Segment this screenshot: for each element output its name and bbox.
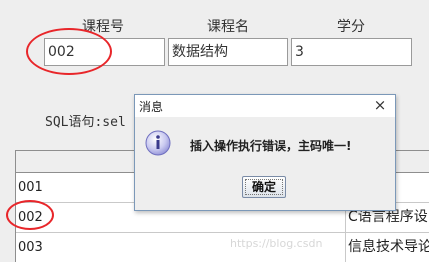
dialog-titlebar[interactable]: 消息 × <box>135 95 395 117</box>
close-icon[interactable]: × <box>371 96 389 114</box>
table-row[interactable]: 003 信息技术导论 <box>16 233 429 262</box>
annotation-circle-row <box>6 200 54 230</box>
dialog-message: 插入操作执行错误，主码唯一! <box>190 139 352 153</box>
dialog-title: 消息 <box>139 100 164 114</box>
credit-input[interactable]: 3 <box>291 38 412 66</box>
course-name-label: 课程名 <box>207 19 249 35</box>
message-dialog: 消息 × 插入操作执行错误，主码唯一! 确定 <box>134 94 396 211</box>
credit-label: 学分 <box>337 19 365 35</box>
annotation-circle-input <box>26 28 112 75</box>
ok-button-focus-ring <box>245 179 283 195</box>
info-icon <box>145 130 171 156</box>
watermark: https://blog.csdn <box>230 237 323 250</box>
table-cell-course-name: 信息技术导论 <box>345 233 429 262</box>
sql-label: SQL语句:sel <box>45 115 126 130</box>
ok-button[interactable]: 确定 <box>242 176 286 198</box>
course-name-input[interactable]: 数据结构 <box>168 38 288 66</box>
